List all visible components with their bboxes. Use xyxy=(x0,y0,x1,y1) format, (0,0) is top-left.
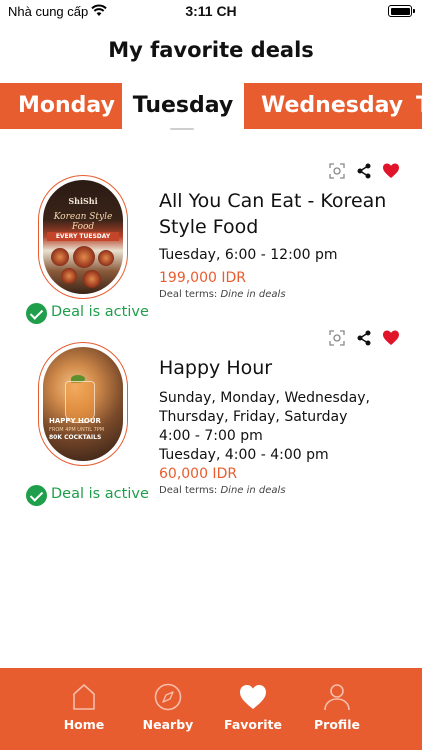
dish-image xyxy=(61,268,77,284)
deal-terms: Deal terms: Dine in deals xyxy=(159,485,404,496)
qr-code-icon[interactable] xyxy=(328,329,346,347)
clock: 3:11 CH xyxy=(185,3,237,19)
deal-image-headline: HAPPY HOUR xyxy=(49,417,101,425)
nav-nearby-label: Nearby xyxy=(142,717,194,732)
deal-status-text: Deal is active xyxy=(51,304,149,320)
home-icon xyxy=(73,684,95,710)
deal-info: All You Can Eat - Korean Style Food Tues… xyxy=(159,188,404,300)
nav-favorite-label: Favorite xyxy=(224,717,282,732)
deal-price: 199,000 IDR xyxy=(159,270,246,286)
share-icon[interactable] xyxy=(355,329,373,347)
deal-image-frame[interactable]: ShiShi Korean Style Food EVERY TUESDAY xyxy=(38,175,128,299)
deal-title[interactable]: Happy Hour xyxy=(159,355,404,381)
nav-nearby[interactable]: Nearby xyxy=(128,682,208,742)
deal-status-badge: Deal is active xyxy=(26,485,156,507)
deal-title[interactable]: All You Can Eat - Korean Style Food xyxy=(159,188,404,240)
deal-info: Happy Hour Sunday, Monday, Wednesday, Th… xyxy=(159,355,404,496)
nav-profile-label: Profile xyxy=(314,717,360,732)
page-title: My favorite deals xyxy=(108,38,314,62)
deal-schedule: Sunday, Monday, Wednesday, Thursday, Fri… xyxy=(159,390,370,463)
tab-wednesday[interactable]: Wednesday xyxy=(261,83,403,129)
dish-image xyxy=(51,248,69,266)
deal-image-strip: EVERY TUESDAY xyxy=(47,232,119,241)
deal-image-subline: FROM 4PM UNTIL 7PM xyxy=(49,427,105,433)
compass-icon xyxy=(154,683,182,711)
heart-icon xyxy=(240,685,266,709)
check-circle-icon xyxy=(26,303,47,324)
deal-terms-label: Deal terms: xyxy=(159,485,218,496)
deal-card[interactable]: HAPPY HOUR FROM 4PM UNTIL 7PM 80K COCKTA… xyxy=(0,325,422,515)
deal-price: 60,000 IDR xyxy=(159,466,238,482)
battery-icon xyxy=(388,5,415,17)
check-circle-icon xyxy=(26,485,47,506)
person-icon xyxy=(324,684,350,711)
nav-home[interactable]: Home xyxy=(44,682,124,742)
day-tabs: Monday Tuesday Wednesday T xyxy=(0,83,422,129)
favorite-heart-icon[interactable] xyxy=(382,162,400,180)
deal-image: ShiShi Korean Style Food EVERY TUESDAY xyxy=(43,180,123,294)
deal-image: HAPPY HOUR FROM 4PM UNTIL 7PM 80K COCKTA… xyxy=(43,347,123,461)
deal-terms: Deal terms: Dine in deals xyxy=(159,289,404,300)
tab-scroll-indicator xyxy=(170,128,194,130)
tab-monday[interactable]: Monday xyxy=(18,83,115,129)
tab-tuesday[interactable]: Tuesday xyxy=(122,83,244,129)
deal-terms-label: Deal terms: xyxy=(159,289,218,300)
deal-terms-value: Dine in deals xyxy=(220,485,286,496)
nav-favorite[interactable]: Favorite xyxy=(213,682,293,742)
favorite-heart-icon[interactable] xyxy=(382,329,400,347)
deal-status-text: Deal is active xyxy=(51,486,149,502)
dish-image xyxy=(73,246,95,268)
deal-image-brand: ShiShi xyxy=(68,196,98,206)
deal-schedule: Tuesday, 6:00 - 12:00 pm xyxy=(159,247,338,263)
deal-image-offer: 80K COCKTAILS xyxy=(49,434,102,441)
deal-terms-value: Dine in deals xyxy=(220,289,286,300)
nav-home-label: Home xyxy=(63,717,105,732)
deal-image-script: Korean Style Food xyxy=(53,212,113,232)
dish-image xyxy=(98,250,114,266)
deal-status-badge: Deal is active xyxy=(26,303,156,325)
tab-thursday[interactable]: T xyxy=(416,83,422,129)
deal-image-frame[interactable]: HAPPY HOUR FROM 4PM UNTIL 7PM 80K COCKTA… xyxy=(38,342,128,466)
qr-code-icon[interactable] xyxy=(328,162,346,180)
dish-image xyxy=(83,270,101,288)
nav-profile[interactable]: Profile xyxy=(297,682,377,742)
bottom-nav: Home Nearby Favorite Profile xyxy=(0,668,422,750)
deal-card[interactable]: ShiShi Korean Style Food EVERY TUESDAY D… xyxy=(0,158,422,328)
deal-actions xyxy=(328,162,400,180)
status-bar: Nhà cung cấp 3:11 CH xyxy=(0,0,422,26)
share-icon[interactable] xyxy=(355,162,373,180)
deal-actions xyxy=(328,329,400,347)
